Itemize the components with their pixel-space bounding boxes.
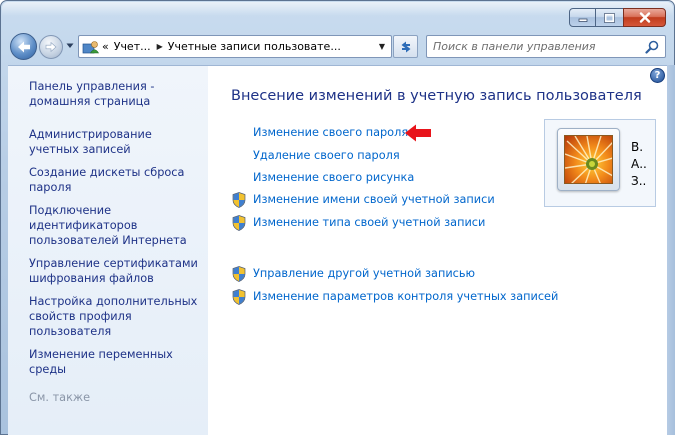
minimize-icon [578,18,587,22]
sidebar-item-online-ids[interactable]: Подключение идентификаторов пользователе… [29,203,204,248]
uac-shield-icon [232,266,246,282]
search-icon[interactable] [645,40,659,54]
chevron-down-icon [66,43,74,48]
task-uac-settings[interactable]: Изменение параметров контроля учетных за… [253,290,558,303]
see-also-heading: См. также [29,391,91,404]
address-overflow[interactable]: « [102,40,109,53]
forward-arrow-icon [45,41,57,53]
sidebar [8,65,208,435]
sidebar-item-manage-accounts[interactable]: Администрирование учетных записей [29,127,204,157]
search-box[interactable] [426,35,666,58]
breadcrumb-separator-icon[interactable]: ▶ [157,42,163,51]
maximize-icon [604,12,615,23]
task-change-account-name[interactable]: Изменение имени своей учетной записи [253,193,495,206]
caption-buttons [569,8,666,28]
red-arrow-icon [405,124,431,142]
task-change-picture[interactable]: Изменение своего рисунка [253,171,414,184]
task-manage-another-account[interactable]: Управление другой учетной записью [253,267,475,280]
avatar[interactable] [557,128,620,191]
close-icon [639,12,650,23]
help-icon[interactable]: ? [650,68,665,83]
back-button[interactable] [10,33,37,60]
task-remove-password[interactable]: Удаление своего пароля [253,149,400,162]
uac-shield-icon [232,192,246,208]
account-tile: В. А.. З.. [544,119,656,207]
recent-pages-button[interactable] [65,41,75,51]
sidebar-item-control-panel-home[interactable]: Панель управления - домашняя страница [29,79,204,109]
close-button[interactable] [623,8,666,27]
account-name: В. [631,140,644,154]
task-change-password[interactable]: Изменение своего пароля [253,126,408,139]
forward-button[interactable] [39,35,63,59]
search-input[interactable] [433,40,643,53]
breadcrumb-control-panel[interactable]: Учет... [114,40,151,53]
account-status: З.. [631,174,647,188]
account-type: А.. [631,157,647,171]
window-border-right [667,65,675,435]
task-change-account-type[interactable]: Изменение типа своей учетной записи [253,216,485,229]
breadcrumb-user-accounts[interactable]: Учетные записи пользовате... [168,40,341,53]
control-panel-users-icon [82,39,100,55]
address-bar[interactable]: « Учет... ▶ Учетные записи пользовате...… [78,35,392,58]
refresh-button[interactable] [393,35,418,58]
page-title: Внесение изменений в учетную запись поль… [231,88,642,104]
flower-picture [564,135,613,184]
sidebar-item-environment-variables[interactable]: Изменение переменных среды [29,347,204,377]
minimize-button[interactable] [569,8,596,27]
sidebar-item-file-certificates[interactable]: Управление сертификатами шифрования файл… [29,256,204,286]
back-arrow-icon [17,41,30,52]
maximize-button[interactable] [596,8,623,27]
sidebar-item-profile-properties[interactable]: Настройка дополнительных свойств профиля… [29,294,204,339]
address-dropdown-icon[interactable]: ▼ [373,36,391,57]
uac-shield-icon [232,289,246,305]
sidebar-item-reset-disk[interactable]: Создание дискеты сброса пароля [29,165,204,195]
refresh-icon [401,41,410,52]
uac-shield-icon [232,215,246,231]
